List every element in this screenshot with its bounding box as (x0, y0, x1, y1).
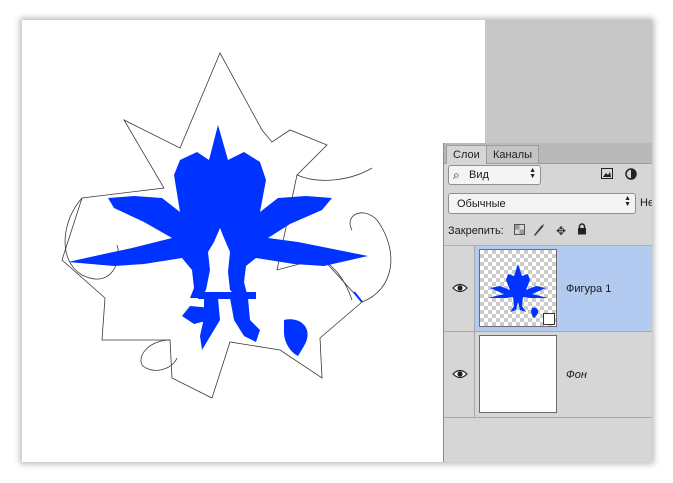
eye-icon (452, 369, 468, 379)
updown-arrows-icon: ▲ ▼ (529, 167, 536, 180)
layer-row-background[interactable]: Фон (444, 332, 652, 418)
blend-mode-value: Обычные (457, 198, 506, 210)
adjustment-filter-icon[interactable] (624, 168, 638, 182)
layers-panel: Слои Каналы ⌕ Вид ▲ ▼ Обычные ▲ ▼ Не Зак… (443, 143, 652, 462)
tab-layers[interactable]: Слои (446, 145, 487, 164)
panel-tabs: Слои Каналы (444, 143, 652, 164)
layer-thumbnail (479, 249, 557, 327)
lock-image-pixels-icon[interactable] (532, 223, 546, 239)
kind-filter-value: Вид (469, 169, 489, 181)
layer-row-shape-1[interactable]: Фигура 1 (444, 246, 652, 332)
image-filter-icon[interactable] (600, 168, 614, 182)
updown-arrows-icon: ▲ ▼ (624, 195, 631, 208)
layer-name[interactable]: Фон (566, 369, 587, 381)
lock-transparent-pixels-icon[interactable] (512, 223, 526, 239)
eye-icon (452, 283, 468, 293)
layer-thumbnail (479, 335, 557, 413)
lock-row: Закрепить: ✥ (444, 221, 652, 246)
fleur-de-lis-shape (68, 125, 368, 356)
lock-position-icon[interactable]: ✥ (554, 223, 568, 239)
photoshop-window: Слои Каналы ⌕ Вид ▲ ▼ Обычные ▲ ▼ Не Зак… (22, 20, 652, 462)
visibility-toggle[interactable] (444, 246, 475, 331)
tab-channels[interactable]: Каналы (486, 145, 540, 163)
search-icon: ⌕ (453, 168, 460, 182)
filter-row: ⌕ Вид ▲ ▼ (444, 165, 652, 189)
blend-mode-select[interactable]: Обычные ▲ ▼ (448, 193, 636, 214)
blend-row: Обычные ▲ ▼ Не (444, 193, 652, 217)
layer-name[interactable]: Фигура 1 (566, 283, 611, 295)
vector-mask-icon (543, 313, 555, 325)
visibility-toggle[interactable] (444, 332, 475, 417)
lock-all-icon[interactable] (575, 223, 589, 239)
opacity-label: Не (640, 197, 652, 209)
layer-kind-filter-select[interactable]: ⌕ Вид ▲ ▼ (448, 165, 541, 185)
lock-label: Закрепить: (448, 225, 504, 237)
